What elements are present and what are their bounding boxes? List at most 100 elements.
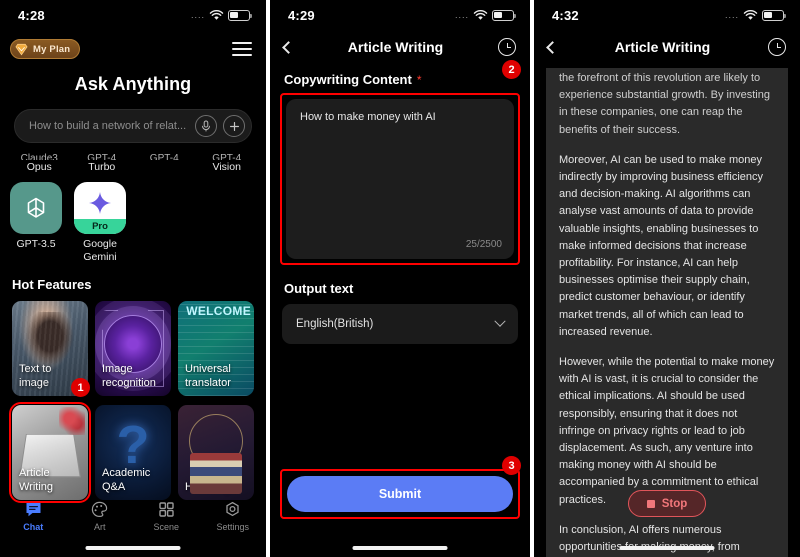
signal-dots-icon: .... (454, 9, 469, 20)
chevron-down-icon (494, 315, 506, 327)
tab-label: Settings (216, 522, 250, 532)
model-name-top: Claude3 (20, 153, 58, 160)
response-paragraph: In conclusion, AI offers numerous opport… (559, 523, 740, 554)
my-plan-button[interactable]: My Plan (10, 39, 81, 59)
battery-icon (228, 9, 253, 21)
status-indicators: .... (724, 9, 787, 21)
required-asterisk: * (416, 72, 422, 87)
copywriting-content-label-row: Copywriting Content * (270, 64, 530, 87)
feature-card-label: Horoscope (185, 481, 239, 493)
gear-icon (226, 501, 239, 517)
battery-icon (492, 9, 517, 21)
character-counter: 25/2500 (465, 239, 502, 250)
annotation-badge-3: 3 (502, 456, 521, 475)
annotation-badge-2: 2 (502, 60, 521, 79)
feature-card-universal-translator[interactable]: Universal translator (178, 301, 254, 396)
submit-button[interactable]: Submit (287, 476, 513, 512)
feature-grid-row-1: Text to image Image recognition Universa… (0, 301, 266, 396)
model-tile-gemini[interactable]: Pro Google Gemini (74, 182, 126, 264)
submit-highlight: Submit (280, 469, 520, 519)
model-tile-label: Google Gemini (83, 238, 117, 263)
model-tile-row: GPT-3.5 Pro Google Gemini (0, 182, 266, 264)
wifi-icon (209, 9, 224, 20)
response-bubble: the forefront of this revolution are lik… (546, 68, 788, 557)
model-chip[interactable]: GPT-4 Turbo (73, 153, 132, 175)
art-palette-icon (92, 501, 108, 518)
output-text-label: Output text (284, 281, 354, 296)
wifi-icon (473, 9, 488, 20)
model-name-bottom: Vision (212, 161, 241, 173)
phone-screen-form: 4:29 .... Article Writing Copywriting Co… (270, 0, 530, 557)
copywriting-textarea[interactable]: How to make money with AI 25/2500 (286, 99, 514, 259)
search-placeholder: How to build a network of relat... (29, 120, 187, 132)
response-paragraph: the forefront of this revolution are lik… (559, 72, 770, 136)
feature-card-academic-qa[interactable]: Academic Q&A (95, 405, 171, 500)
feature-card-horoscope[interactable]: Horoscope (178, 405, 254, 500)
my-plan-label: My Plan (33, 43, 71, 55)
model-chip[interactable]: GPT-4 Vision (198, 153, 257, 175)
status-bar: 4:29 .... (270, 0, 530, 30)
battery-icon (762, 9, 787, 21)
hamburger-icon[interactable] (232, 42, 252, 56)
status-time: 4:32 (552, 7, 579, 23)
pro-tag: Pro (74, 219, 126, 234)
stop-square-icon (646, 499, 655, 508)
tab-label: Art (93, 522, 106, 532)
home-top-bar: My Plan (0, 30, 266, 64)
history-clock-icon[interactable] (768, 38, 786, 56)
annotation-badge-1: 1 (71, 378, 90, 397)
status-indicators: .... (454, 9, 517, 21)
status-time: 4:28 (18, 7, 45, 23)
response-paragraph: Moreover, AI can be used to make money i… (559, 153, 763, 338)
plus-icon[interactable] (223, 115, 245, 137)
model-name-top: GPT-4 (149, 153, 179, 160)
nav-title: Article Writing (614, 39, 711, 55)
language-select[interactable]: English(British) (282, 304, 518, 344)
tab-settings[interactable]: Settings (200, 493, 267, 539)
search-input[interactable]: How to build a network of relat... (14, 109, 252, 143)
signal-dots-icon: .... (190, 9, 205, 20)
status-indicators: .... (190, 9, 253, 21)
nav-bar: Article Writing (534, 30, 800, 64)
feature-card-label: Universal translator (185, 363, 231, 389)
home-indicator (619, 546, 715, 550)
bottom-tab-bar: Chat Art Scene Settings (0, 493, 266, 539)
feature-card-label: Academic Q&A (102, 467, 151, 493)
tab-label: Scene (153, 522, 180, 532)
response-paragraph: However, while the potential to make mon… (559, 356, 775, 506)
page-title: Ask Anything (74, 74, 192, 94)
model-tile-gpt35[interactable]: GPT-3.5 (10, 182, 62, 264)
wifi-icon (743, 9, 758, 20)
stop-button[interactable]: Stop (627, 490, 707, 517)
tab-label: Chat (23, 522, 44, 532)
phone-screen-result: 4:32 .... Article Writing the forefront … (534, 0, 800, 557)
feature-card-label: Article Writing (19, 467, 54, 493)
model-scroll-row[interactable]: Claude3 Opus GPT-4 Turbo GPT-4 GPT-4 Vis… (0, 153, 266, 175)
feature-grid-row-2: Article Writing Academic Q&A Horoscope (0, 402, 266, 503)
home-indicator (352, 546, 448, 550)
history-clock-icon[interactable] (498, 38, 516, 56)
feature-card-image-recognition[interactable]: Image recognition (95, 301, 171, 396)
tab-art[interactable]: Art (67, 493, 134, 539)
status-bar: 4:32 .... (534, 0, 800, 30)
feature-card-article-writing[interactable]: Article Writing (9, 402, 91, 503)
stop-label: Stop (661, 497, 688, 510)
signal-dots-icon: .... (724, 9, 739, 20)
feature-card-label: Image recognition (102, 363, 156, 389)
stop-button-row: Stop (534, 490, 800, 517)
nav-title: Article Writing (347, 39, 444, 55)
tab-chat[interactable]: Chat (0, 493, 67, 539)
language-value: English(British) (296, 318, 374, 330)
phone-screen-home: 4:28 .... My Plan Ask Anything How to bu… (0, 0, 266, 557)
nav-bar: Article Writing (270, 30, 530, 64)
model-name-top: GPT-4 (87, 153, 117, 160)
model-chip[interactable]: Claude3 Opus (10, 153, 69, 175)
microphone-icon[interactable] (195, 115, 217, 137)
gem-icon (15, 43, 28, 55)
tab-scene[interactable]: Scene (133, 493, 200, 539)
model-name-bottom: Opus (26, 161, 52, 173)
model-tile-label: GPT-3.5 (16, 238, 56, 250)
chat-icon (26, 503, 41, 517)
grid-icon (159, 502, 174, 517)
model-chip[interactable]: GPT-4 (135, 153, 194, 175)
